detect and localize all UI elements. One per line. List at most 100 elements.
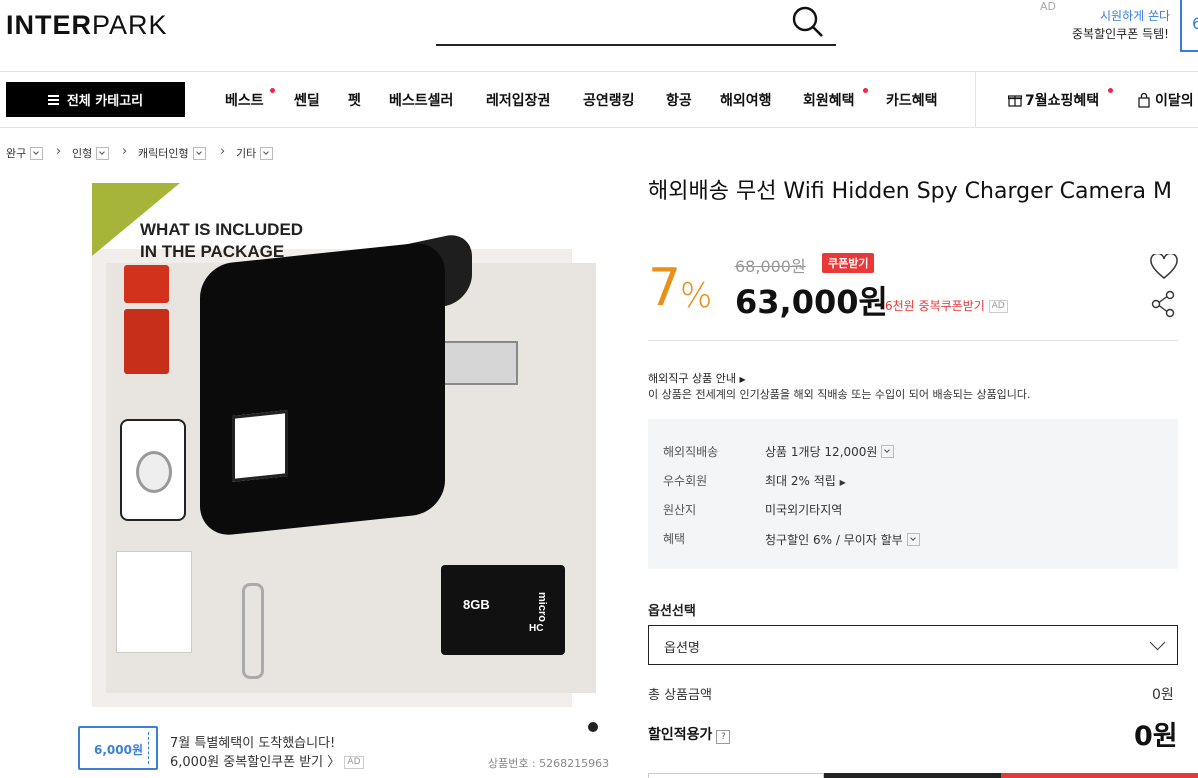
nav-item-leisure[interactable]: 레저입장권: [486, 90, 550, 110]
nav-item-membership[interactable]: 회원혜택: [803, 88, 868, 110]
chevron-down-icon[interactable]: [192, 146, 206, 160]
nav-item-flight[interactable]: 항공: [666, 90, 692, 110]
ad-label: AD: [1040, 0, 1056, 13]
duplicate-coupon-link[interactable]: 6천원 중복쿠폰받기 AD: [885, 297, 1008, 314]
lens-module-image: [120, 419, 186, 521]
option-select-label: 옵션선택: [648, 604, 696, 619]
gift-button[interactable]: [824, 773, 1001, 778]
buy-now-button[interactable]: [1001, 773, 1198, 778]
package-caption: WHAT IS INCLUDED IN THE PACKAGE: [140, 220, 304, 261]
origin-value: 미국외기타지역: [765, 503, 843, 517]
breadcrumb-separator-icon: ›: [56, 144, 62, 159]
breadcrumb-separator-icon: ›: [122, 144, 128, 159]
nav-item-ssendeal[interactable]: 쎈딜: [294, 90, 320, 110]
promo-side-banner[interactable]: 6: [1180, 0, 1198, 52]
discount-price-label: 할인적용가?: [648, 724, 731, 744]
chevron-down-icon: [1149, 634, 1166, 651]
nav-item-ranking[interactable]: 공연랭킹: [583, 90, 635, 110]
discount-percent-symbol: %: [680, 276, 713, 316]
divider: [648, 340, 1178, 341]
breadcrumb-item[interactable]: 캐릭터인형: [138, 145, 206, 161]
nav-item-pet[interactable]: 펫: [348, 90, 361, 110]
usb-port-image: [232, 410, 288, 482]
product-title: 해외배송 무선 Wifi Hidden Spy Charger Camera M: [648, 179, 1172, 204]
manual-image: [116, 551, 192, 653]
coupon-download-link[interactable]: 6,000원 중복할인쿠폰 받기 〉 AD: [170, 751, 364, 770]
gift-icon: [1008, 95, 1022, 107]
nav-divider-bottom: [0, 127, 1198, 128]
nav-item-best[interactable]: 베스트: [225, 88, 275, 110]
info-label: 해외직배송: [663, 445, 719, 459]
breadcrumb-item[interactable]: 기타: [236, 145, 274, 161]
coupon-amount: 6,000원: [94, 743, 143, 757]
product-image[interactable]: WHAT IS INCLUDED IN THE PACKAGE 8GB micro…: [92, 183, 602, 707]
card-reader-image: [124, 265, 169, 303]
benefit-value[interactable]: 청구할인 6% / 무이자 할부: [765, 531, 920, 548]
promo-subline[interactable]: 중복할인쿠폰 득템!: [1072, 25, 1169, 42]
card-reader-image: [124, 309, 169, 374]
option-select[interactable]: 옵션명: [648, 625, 1178, 665]
share-icon[interactable]: [1150, 290, 1176, 318]
nav-item-travel[interactable]: 해외여행: [720, 90, 772, 110]
caret-right-icon: ▶: [739, 375, 746, 384]
reward-points[interactable]: 최대 2% 적립 ▶: [765, 472, 846, 489]
cart-button[interactable]: [648, 773, 824, 778]
nav-divider-top: [0, 71, 1198, 72]
chevron-down-icon[interactable]: [260, 146, 274, 160]
chevron-down-icon[interactable]: [30, 146, 44, 160]
ad-badge: AD: [344, 756, 364, 769]
promo-side-char: 6: [1192, 14, 1198, 33]
breadcrumb-item[interactable]: 인형: [72, 145, 110, 161]
nav-item-bestseller[interactable]: 베스트셀러: [389, 90, 453, 110]
option-placeholder: 옵션명: [664, 641, 700, 656]
original-price: 68,000원: [735, 257, 806, 276]
new-dot: [1108, 88, 1113, 93]
nav-item-july-benefit[interactable]: 7월쇼핑혜택: [1008, 88, 1113, 110]
bag-icon: [1138, 92, 1150, 108]
plug-prong-image: [442, 341, 518, 385]
caret-right-icon: ▶: [839, 478, 846, 487]
search-icon[interactable]: [790, 4, 824, 38]
shipping-fee[interactable]: 상품 1개당 12,000원: [765, 443, 895, 460]
help-icon[interactable]: ?: [716, 730, 731, 744]
breadcrumb-separator-icon: ›: [220, 144, 226, 159]
purchase-buttons[interactable]: [648, 773, 1198, 778]
charger-camera-image: [200, 240, 445, 538]
new-dot: [863, 88, 868, 93]
coupon-headline: 7월 특별혜택이 도착했습니다!: [170, 736, 336, 751]
chevron-down-icon[interactable]: [881, 445, 895, 458]
breadcrumb-item[interactable]: 완구: [6, 145, 44, 161]
interpark-logo[interactable]: INTERPARK: [6, 10, 168, 41]
intl-guide-text: 이 상품은 전세계의 인기상품을 해외 직배송 또는 수입이 되어 배송되는 상…: [648, 388, 1031, 401]
info-label: 우수회원: [663, 474, 708, 488]
chevron-down-icon[interactable]: [96, 146, 110, 160]
promo-headline[interactable]: 시원하게 쏜다: [1100, 7, 1170, 24]
search-input[interactable]: [436, 44, 836, 46]
sim-pin-image: [242, 583, 264, 679]
carousel-dot[interactable]: [588, 722, 598, 732]
logo-part-park: PARK: [92, 10, 168, 40]
nav-item-monthly[interactable]: 이달의: [1138, 90, 1194, 110]
nav-divider-vertical: [975, 72, 976, 127]
all-categories-label: 전체 카테고리: [66, 94, 144, 109]
discount-percent: 7: [648, 258, 682, 318]
logo-part-inter: INTER: [6, 10, 92, 40]
ad-badge: AD: [988, 300, 1008, 313]
get-coupon-button[interactable]: 쿠폰받기: [822, 253, 875, 273]
heart-icon[interactable]: [1150, 254, 1178, 280]
new-dot: [270, 88, 275, 93]
sd-card-image: 8GB micro HC: [441, 565, 565, 655]
info-label: 혜택: [663, 532, 686, 546]
total-price-label: 총 상품금액: [648, 688, 712, 703]
coupon-ticket[interactable]: 6,000원: [78, 726, 158, 770]
intl-guide-link[interactable]: 해외직구 상품 안내 ▶: [648, 370, 746, 386]
discount-price-value: 0원: [1134, 721, 1178, 752]
product-number: 상품번호 : 5268215963: [488, 757, 610, 770]
all-categories-button[interactable]: 전체 카테고리: [6, 82, 185, 117]
chevron-down-icon[interactable]: [906, 533, 920, 546]
menu-icon: [47, 95, 59, 105]
nav-item-card[interactable]: 카드혜택: [886, 90, 938, 110]
total-price-value: 0원: [1152, 687, 1174, 703]
sale-price: 63,000원: [735, 283, 888, 321]
info-label: 원산지: [663, 503, 697, 517]
